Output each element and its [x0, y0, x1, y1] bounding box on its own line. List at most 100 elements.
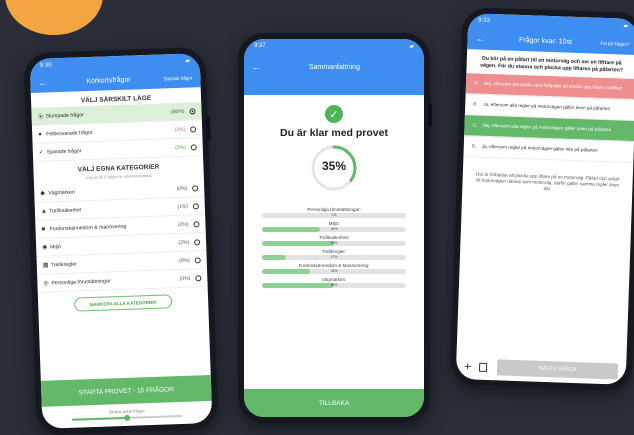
- phone-question: 9:33 ▰ ← Frågor kvar: 10st Fel på frågan…: [449, 6, 634, 392]
- category-percent: (0%): [179, 257, 190, 264]
- mode-label: Slumpade frågor: [45, 111, 85, 120]
- category-result-label: Miljö:: [328, 221, 340, 226]
- page-title: Sammanfattning: [309, 63, 360, 71]
- category-result-label: Fordonskännedom & Manövrering:: [298, 263, 370, 268]
- option-letter: B.: [473, 101, 478, 107]
- slider-fill: [72, 416, 128, 421]
- side-button: [428, 103, 432, 127]
- category-result: Personliga förutsättningar: 0%: [262, 207, 406, 218]
- mode-label: Felbesvarade frågor: [46, 129, 93, 138]
- category-result: Miljö: 40%: [262, 221, 406, 232]
- category-result-label: Personliga förutsättningar:: [307, 207, 361, 212]
- back-arrow-icon[interactable]: ←: [475, 33, 484, 43]
- progress-value: 17%: [330, 255, 338, 259]
- answer-options: A. Nej, eftersom det skulle vara förbjude…: [463, 73, 634, 163]
- mode-list: ⦿ Slumpade frågor (80%) ● Felbesvarade frågo…: [31, 102, 204, 163]
- report-question-link[interactable]: Fel på frågan?: [600, 40, 629, 46]
- category-label: Fordonskännedom & manövering: [49, 223, 127, 232]
- category-percent: (2%): [177, 221, 189, 228]
- progress-bar: 17%: [262, 255, 406, 260]
- next-question-button[interactable]: NÄSTA FRÅGA: [496, 359, 619, 380]
- phone-summary: 9:37 ▰ ← Sammanfattning ✓ Du är klar med…: [238, 33, 432, 423]
- battery-icon: ▰: [409, 43, 414, 50]
- slider-knob[interactable]: [124, 414, 131, 421]
- radio-button[interactable]: [190, 125, 197, 133]
- category-result: Vägmärken: 50%: [262, 277, 406, 288]
- category-percent: (0%): [179, 275, 191, 282]
- back-arrow-icon[interactable]: ←: [38, 77, 47, 87]
- progress-value: 40%: [330, 227, 338, 231]
- category-label: Trafiksäkerhet: [48, 206, 82, 214]
- statistics-link[interactable]: Statistik frågor: [163, 75, 192, 81]
- category-result: Trafikregler: 17%: [262, 249, 406, 260]
- page-title: Körkortsfrågor: [86, 76, 131, 85]
- radio-button[interactable]: [192, 202, 199, 209]
- plus-icon[interactable]: +: [464, 359, 471, 373]
- screen-category-select: 9:30 ▰ ← Körkortsfrågor Statistik frågor…: [29, 53, 213, 429]
- category-result: Trafiksäkerhet: 50%: [262, 235, 406, 246]
- back-arrow-icon[interactable]: ←: [252, 62, 261, 72]
- app-bar: ← Sammanfattning: [244, 53, 424, 81]
- option-text: Nej, eftersom det skulle vara förbjudet …: [483, 80, 623, 91]
- category-percent: (0%): [176, 185, 188, 192]
- score-ring: 35%: [309, 143, 359, 193]
- side-button: [205, 116, 211, 141]
- screen-summary: 9:37 ▰ ← Sammanfattning ✓ Du är klar med…: [244, 39, 424, 417]
- category-result: Fordonskännedom & Manövrering: 33%: [262, 263, 406, 274]
- category-label: Trafikregler: [50, 261, 77, 268]
- error-icon: ●: [38, 131, 42, 138]
- question-count-slider[interactable]: [72, 414, 183, 421]
- option-text: Nej, eftersom alla regler på motorvägen …: [482, 122, 612, 133]
- header: 9:37 ▰ ← Sammanfattning: [244, 39, 424, 95]
- bottom-bar: + NÄSTA FRÅGA: [456, 353, 627, 385]
- mode-percent: (80%): [171, 108, 185, 115]
- radio-button[interactable]: [195, 274, 202, 281]
- progress-bar: 33%: [262, 269, 406, 274]
- status-time: 9:33: [478, 17, 490, 24]
- progress-bar: 40%: [262, 227, 406, 232]
- option-letter: D.: [471, 143, 477, 149]
- radio-button[interactable]: [193, 238, 201, 245]
- explanation-text: Det är förbjudet att plocka upp liftare …: [475, 171, 620, 192]
- option-text: Ja, eftersom alla regler på motorvägen g…: [483, 101, 611, 112]
- category-label: Personliga förutsättningar: [51, 277, 111, 286]
- mode-percent: (3%): [174, 126, 186, 133]
- page-title: Frågor kvar: 10st: [518, 36, 573, 46]
- warning-icon: ▲: [40, 208, 47, 215]
- status-time: 9:37: [254, 43, 266, 49]
- start-test-button[interactable]: STARTA PROVET - 15 FRÅGOR: [40, 374, 212, 407]
- radio-button[interactable]: [192, 184, 199, 191]
- category-result-label: Trafiksäkerhet:: [318, 235, 350, 240]
- bookmark-icon[interactable]: [478, 362, 488, 372]
- result-heading: Du är klar med provet: [280, 127, 388, 139]
- category-label: Vägmärken: [48, 189, 75, 197]
- status-bar: 9:37 ▰: [244, 39, 424, 53]
- check-icon: ✓: [38, 149, 45, 156]
- radio-button[interactable]: [189, 107, 196, 115]
- option-letter: A.: [473, 80, 479, 86]
- progress-value: 50%: [330, 283, 338, 287]
- radio-button[interactable]: [194, 256, 201, 263]
- radio-button[interactable]: [190, 143, 197, 151]
- radio-button[interactable]: [193, 220, 200, 227]
- mark-all-categories-button[interactable]: MARKERA ALLA KATEGORIER: [73, 294, 173, 312]
- status-time: 9:30: [39, 62, 52, 69]
- phone-category-select: 9:30 ▰ ← Körkortsfrågor Statistik frågor…: [23, 46, 219, 435]
- screen-question: 9:33 ▰ ← Frågor kvar: 10st Fel på frågan…: [455, 13, 634, 385]
- back-button[interactable]: TILLBAKA: [244, 389, 424, 417]
- sign-icon: ◆: [40, 190, 46, 197]
- car-icon: ■: [41, 226, 46, 233]
- category-label: Miljö: [50, 243, 61, 250]
- option-text: Ja, eftersom regler på motorvägen gäller…: [481, 143, 598, 153]
- category-percent: (2%): [178, 239, 190, 246]
- progress-bar: 50%: [262, 241, 406, 246]
- header: 9:30 ▰ ← Körkortsfrågor Statistik frågor: [29, 53, 201, 94]
- category-list: ◆ Vägmärken (0%) ▲ Trafiksäkerhet (1%) ■ Fordon…: [33, 179, 208, 293]
- progress-value: 0%: [331, 213, 337, 217]
- person-icon: ◎: [43, 280, 49, 287]
- category-result-label: Vägmärken:: [321, 277, 347, 282]
- leaf-icon: ◉: [42, 244, 48, 251]
- category-result-label: Trafikregler:: [321, 249, 347, 254]
- header: 9:33 ▰ ← Frågor kvar: 10st Fel på frågan…: [467, 13, 634, 56]
- progress-bar: 50%: [262, 283, 406, 288]
